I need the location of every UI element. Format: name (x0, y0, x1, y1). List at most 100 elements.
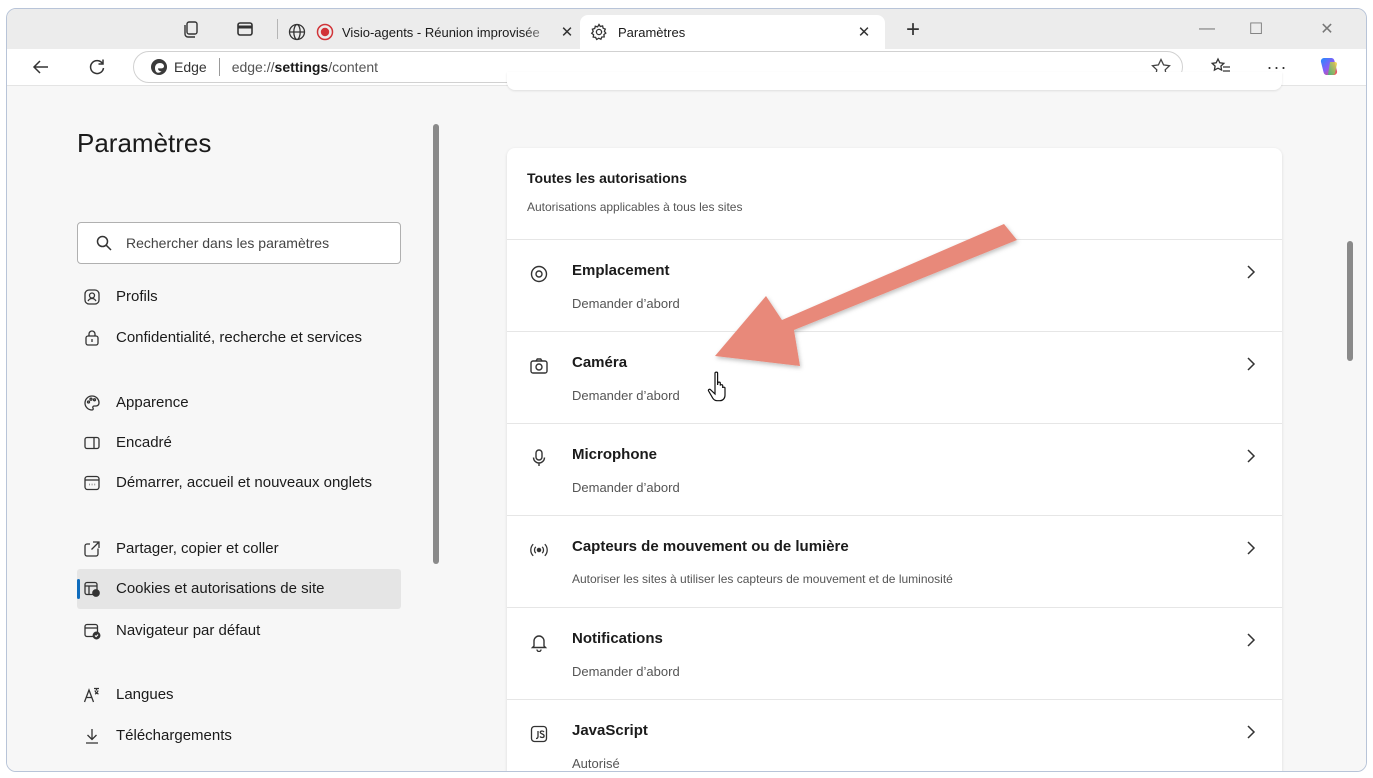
palette-icon (83, 394, 101, 412)
minimize-button[interactable]: — (1187, 17, 1227, 41)
sidebar-item-label: Apparence (116, 394, 189, 411)
download-icon (83, 727, 101, 745)
search-placeholder: Rechercher dans les paramètres (126, 235, 330, 251)
sidebar-item-cookies[interactable]: Cookies et autorisations de site (77, 569, 401, 609)
permission-status: Autoriser les sites à utiliser les capte… (572, 572, 953, 586)
settings-content: Paramètres Rechercher dans les paramètre… (7, 72, 1366, 771)
permission-row-sensors[interactable]: Capteurs de mouvement ou de lumière Auto… (507, 516, 1282, 608)
recording-indicator-icon (316, 23, 334, 41)
sidebar-item-label: Langues (116, 686, 174, 703)
close-window-button[interactable]: ✕ (1307, 17, 1347, 41)
omnibox-brand: Edge (174, 59, 207, 75)
sidebar-item-encadre[interactable]: Encadré (77, 432, 401, 454)
main-scrollbar[interactable] (1347, 241, 1353, 361)
home-tab-icon (83, 474, 101, 492)
sidebar-scrollbar[interactable] (433, 124, 439, 564)
url-text[interactable]: edge://settings/content (232, 59, 378, 75)
permission-row-microphone[interactable]: Microphone Demander d’abord (507, 424, 1282, 516)
sidebar-item-label: Navigateur par défaut (116, 622, 261, 639)
tab-close-icon[interactable]: ✕ (556, 21, 578, 43)
sidebar-item-confidentialite[interactable]: Confidentialité, recherche et services (77, 327, 401, 349)
permission-title: Capteurs de mouvement ou de lumière (572, 538, 849, 555)
tab-strip: Visio-agents - Réunion improvisée ✕ Para… (7, 9, 1366, 49)
omnibox-identity[interactable]: Edge (150, 58, 207, 76)
permission-row-camera[interactable]: Caméra Demander d’abord (507, 332, 1282, 424)
sidebar-item-profils[interactable]: Profils (77, 286, 401, 308)
permission-status: Autorisé (572, 756, 620, 771)
active-indicator (77, 579, 80, 599)
copilot-icon[interactable] (1317, 55, 1341, 79)
workspaces-icon[interactable] (181, 19, 201, 39)
permission-row-location[interactable]: Emplacement Demander d’abord (507, 240, 1282, 332)
chevron-right-icon (1244, 538, 1258, 558)
chevron-right-icon (1244, 262, 1258, 282)
chevron-right-icon (1244, 446, 1258, 466)
sidebar-item-label: Cookies et autorisations de site (116, 580, 325, 597)
gear-icon (590, 23, 608, 41)
sidebar-item-partager[interactable]: Partager, copier et coller (77, 538, 401, 560)
previous-card-edge (507, 72, 1282, 90)
camera-icon (529, 356, 549, 376)
new-tab-button[interactable]: + (899, 16, 927, 43)
sidebar-item-telechargements[interactable]: Téléchargements (77, 725, 401, 747)
all-permissions-card: Toutes les autorisations Autorisations a… (507, 148, 1282, 771)
refresh-button[interactable] (85, 55, 109, 79)
chevron-right-icon (1244, 630, 1258, 650)
sidebar-item-label: Encadré (116, 434, 172, 451)
microphone-icon (529, 448, 549, 468)
sidebar-item-navigateur[interactable]: Navigateur par défaut (77, 620, 401, 642)
bell-icon (529, 632, 549, 653)
maximize-button[interactable]: ☐ (1236, 17, 1276, 41)
location-icon (529, 264, 549, 284)
permission-status: Demander d’abord (572, 388, 680, 403)
permission-title: Microphone (572, 446, 657, 463)
share-icon (83, 540, 101, 558)
permissions-main: Toutes les autorisations Autorisations a… (447, 72, 1366, 771)
permission-status: Demander d’abord (572, 480, 680, 495)
sidebar-item-apparence[interactable]: Apparence (77, 392, 401, 414)
chevron-right-icon (1244, 722, 1258, 742)
tab-parametres[interactable]: Paramètres ✕ (580, 15, 885, 49)
hand-cursor-icon (707, 371, 726, 402)
permission-title: Notifications (572, 630, 663, 647)
edge-logo-icon (150, 58, 168, 76)
cookie-permissions-icon (83, 580, 101, 598)
sidebar-item-label: Profils (116, 288, 158, 305)
search-icon (96, 235, 112, 251)
sidebar-item-label: Partager, copier et coller (116, 540, 279, 557)
permission-status: Demander d’abord (572, 664, 680, 679)
sidebar-item-label: Démarrer, accueil et nouveaux onglets (116, 474, 372, 491)
sidebar-item-label: Confidentialité, recherche et services (116, 329, 362, 346)
card-title: Toutes les autorisations (527, 170, 687, 186)
settings-search-input[interactable]: Rechercher dans les paramètres (77, 222, 401, 264)
vertical-tabs-icon[interactable] (235, 19, 255, 39)
tab-title: Visio-agents - Réunion improvisée (342, 24, 540, 40)
card-subtitle: Autorisations applicables à tous les sit… (527, 200, 743, 214)
chevron-right-icon (1244, 354, 1258, 374)
javascript-icon (529, 724, 549, 744)
language-icon (83, 686, 101, 704)
permission-title: Emplacement (572, 262, 670, 279)
sidebar-item-label: Téléchargements (116, 727, 232, 744)
back-button[interactable] (29, 55, 53, 79)
tab-visio-agents[interactable]: Visio-agents - Réunion improvisée ✕ (288, 15, 578, 49)
omnibox-divider (218, 58, 220, 76)
settings-sidebar: Paramètres Rechercher dans les paramètre… (7, 86, 439, 771)
tab-close-icon[interactable]: ✕ (853, 21, 875, 43)
tab-title: Paramètres (618, 24, 686, 40)
sensors-icon (529, 540, 549, 560)
permission-title: Caméra (572, 354, 628, 371)
page-title: Paramètres (77, 128, 212, 158)
card-header: Toutes les autorisations Autorisations a… (507, 148, 1282, 240)
permission-title: JavaScript (572, 722, 648, 739)
browser-window: Visio-agents - Réunion improvisée ✕ Para… (6, 8, 1367, 772)
permission-status: Demander d’abord (572, 296, 680, 311)
permission-row-javascript[interactable]: JavaScript Autorisé (507, 700, 1282, 771)
globe-icon (288, 23, 306, 41)
sidebar-item-langues[interactable]: Langues (77, 684, 401, 706)
sidebar-item-demarrer[interactable]: Démarrer, accueil et nouveaux onglets (77, 472, 401, 494)
tab-separator (277, 19, 278, 39)
permission-row-notifications[interactable]: Notifications Demander d’abord (507, 608, 1282, 700)
lock-icon (83, 329, 101, 347)
sidebar-panel-icon (83, 434, 101, 452)
